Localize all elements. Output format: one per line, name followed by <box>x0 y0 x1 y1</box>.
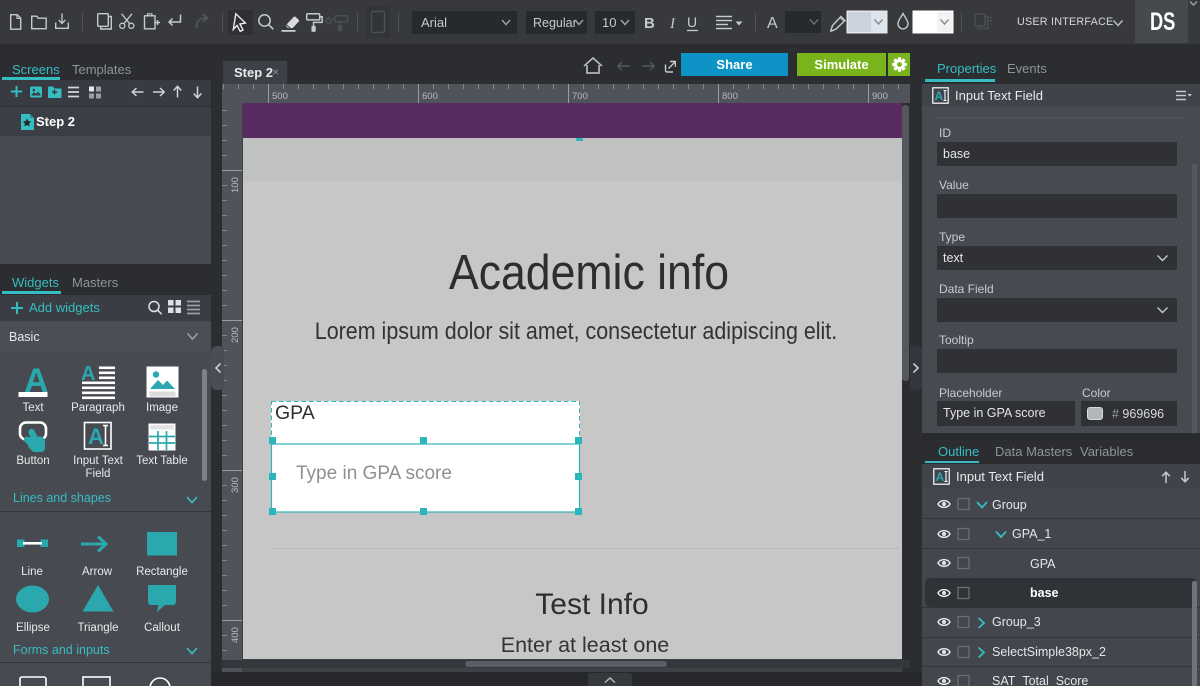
svg-text:B: B <box>644 15 655 32</box>
svg-text:Input Text: Input Text <box>73 455 123 467</box>
svg-text:A: A <box>88 424 104 449</box>
svg-text:200: 200 <box>230 327 241 343</box>
svg-text:Ellipse: Ellipse <box>16 622 50 634</box>
svg-text:Lines and shapes: Lines and shapes <box>13 491 111 505</box>
svg-text:Paragraph: Paragraph <box>71 402 125 414</box>
svg-text:Field: Field <box>86 468 111 480</box>
svg-text:U: U <box>687 14 697 30</box>
svg-text:400: 400 <box>230 627 241 643</box>
svg-text:700: 700 <box>572 91 588 102</box>
svg-text:Forms and inputs: Forms and inputs <box>13 643 110 657</box>
svg-text:A: A <box>767 15 778 32</box>
svg-text:Rectangle: Rectangle <box>136 566 188 578</box>
svg-text:Image: Image <box>146 402 178 414</box>
svg-text:900: 900 <box>872 91 888 102</box>
svg-text:100: 100 <box>230 177 241 193</box>
svg-text:Text Table: Text Table <box>136 455 188 467</box>
svg-text:800: 800 <box>722 91 738 102</box>
svg-text:A: A <box>935 89 944 103</box>
svg-text:Triangle: Triangle <box>77 622 118 634</box>
svg-text:Button: Button <box>16 455 49 467</box>
svg-text:500: 500 <box>272 91 288 102</box>
svg-text:Text: Text <box>22 402 44 414</box>
svg-text:600: 600 <box>422 91 438 102</box>
svg-text:A: A <box>936 470 945 484</box>
svg-text:300: 300 <box>230 477 241 493</box>
svg-text:I: I <box>669 16 676 32</box>
svg-text:Line: Line <box>21 566 43 578</box>
svg-text:Callout: Callout <box>144 622 181 634</box>
svg-text:Arrow: Arrow <box>82 566 113 578</box>
